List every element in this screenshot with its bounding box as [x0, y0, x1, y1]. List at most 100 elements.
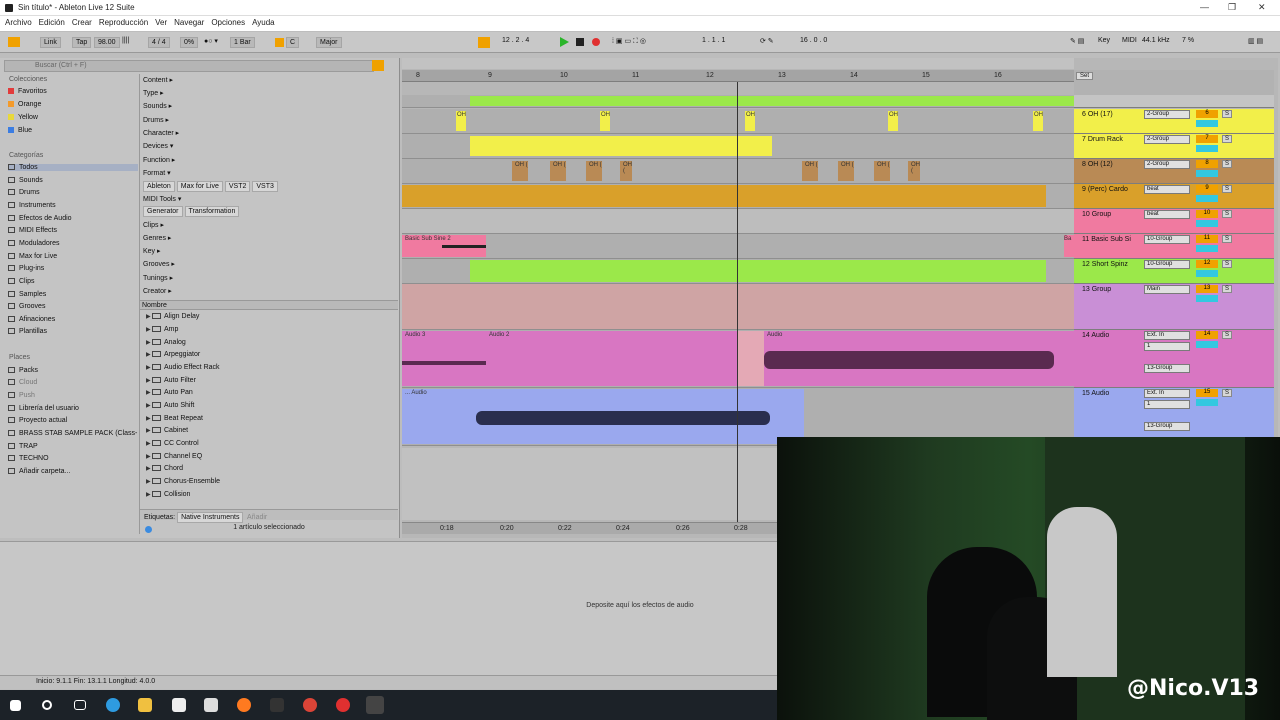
loop-start[interactable]: 1 . 1 . 1 — [702, 37, 725, 44]
track-header[interactable]: 14 Audio Ext. In 1 13-Group 14 S — [1074, 330, 1274, 388]
category-drums[interactable]: Drums — [8, 189, 40, 196]
audio-clip[interactable]: ... Audio — [402, 389, 804, 444]
filter-grooves[interactable]: Grooves ▸ — [143, 260, 175, 268]
track-header[interactable]: 9 (Perc) Cardo beat 9 S — [1074, 184, 1274, 209]
place-cloud[interactable]: Cloud — [8, 379, 37, 386]
solo-button[interactable]: S — [1222, 260, 1232, 268]
category-modulators[interactable]: Moduladores — [8, 240, 59, 247]
midi-clip[interactable]: OH ( — [908, 161, 920, 181]
browser-toggle-icon[interactable] — [8, 37, 20, 47]
list-item[interactable]: ▶ Analog — [146, 339, 186, 346]
solo-button[interactable]: S — [1222, 110, 1232, 118]
track-header[interactable]: 7 Drum Rack 2-Group 7 S — [1074, 134, 1274, 159]
song-position[interactable]: 12 . 2 . 4 — [502, 37, 529, 44]
solo-button[interactable]: S — [1222, 210, 1232, 218]
midi-clip-drum-rack[interactable] — [470, 136, 772, 156]
pan-knob[interactable] — [1196, 245, 1218, 252]
midi-clip[interactable]: OH — [456, 111, 466, 131]
record-icon[interactable] — [592, 38, 600, 46]
track-header[interactable]: 6 OH (17) 2-Group 6 S — [1074, 109, 1274, 134]
list-item[interactable]: ▶ Align Delay — [146, 313, 199, 320]
filter-midi-tools[interactable]: MIDI Tools ▾ — [143, 195, 181, 203]
list-item[interactable]: ▶ Auto Pan — [146, 389, 193, 396]
place-push[interactable]: Push — [8, 392, 35, 399]
list-header[interactable]: Nombre — [140, 300, 398, 310]
pan-knob[interactable] — [1196, 270, 1218, 277]
track-activator[interactable]: 9 — [1196, 185, 1218, 193]
midi-clip[interactable] — [470, 96, 1075, 106]
filter-character[interactable]: Character ▸ — [143, 129, 179, 137]
collection-orange[interactable]: Orange — [8, 101, 41, 108]
list-item[interactable]: ▶ Beat Repeat — [146, 415, 203, 422]
category-grooves[interactable]: Grooves — [8, 303, 45, 310]
chip-max-for-live[interactable]: Max for Live — [176, 181, 223, 192]
track-lane[interactable] — [402, 209, 1074, 234]
filter-key[interactable]: Key ▸ — [143, 247, 161, 255]
collection-favoritos[interactable]: Favoritos — [8, 88, 47, 95]
track-header[interactable]: 10 Group beat 10 S — [1074, 209, 1274, 234]
place-user-library[interactable]: Librería del usuario — [8, 405, 79, 412]
list-item[interactable]: ▶ Auto Filter — [146, 377, 196, 384]
routing-select[interactable]: Ext. In — [1144, 389, 1190, 398]
pan-knob[interactable] — [1196, 145, 1218, 152]
midi-clip[interactable]: Ba — [1064, 235, 1074, 257]
chrome-icon[interactable] — [303, 698, 317, 712]
routing-select[interactable]: Ext. In — [1144, 331, 1190, 340]
swing-field[interactable]: 0% — [180, 37, 199, 48]
stop-icon[interactable] — [576, 38, 584, 46]
key-select[interactable]: C — [286, 37, 300, 48]
filter-content[interactable]: Content ▸ — [143, 76, 173, 84]
list-item[interactable]: ▶ Channel EQ — [146, 453, 202, 460]
midi-clip[interactable]: OH ( — [512, 161, 528, 181]
midi-clip[interactable]: OH ( — [874, 161, 890, 181]
midi-clip[interactable]: OH — [1033, 111, 1043, 131]
track-header[interactable]: 8 OH (12) 2-Group 8 S — [1074, 159, 1274, 184]
midi-clip-basic-sub[interactable]: Basic Sub Sine 2 — [402, 235, 486, 257]
windows-start-icon[interactable] — [10, 700, 21, 711]
solo-button[interactable]: S — [1222, 160, 1232, 168]
list-item[interactable]: ▶ Collision — [146, 491, 190, 498]
filter-devices[interactable]: Devices ▾ — [143, 142, 173, 150]
menu-edicion[interactable]: Edición — [34, 16, 65, 27]
set-button[interactable]: Set — [1076, 72, 1094, 80]
track-activator[interactable]: 15 — [1196, 389, 1218, 397]
browser-options-icon[interactable] — [372, 60, 384, 71]
tag-native-instruments[interactable]: Native Instruments — [177, 512, 244, 523]
input-channel-select[interactable]: 1 — [1144, 400, 1190, 409]
midi-clip[interactable]: OH ( — [620, 161, 632, 181]
link-button[interactable]: Link — [40, 37, 61, 48]
midi-clip[interactable]: OH ( — [586, 161, 602, 181]
audio-clip[interactable] — [402, 185, 1046, 207]
midi-clip-short-spinz[interactable] — [470, 260, 1046, 282]
place-brass-stab[interactable]: BRASS STAB SAMPLE PACK (Class- — [8, 430, 137, 437]
track-activator[interactable]: 11 — [1196, 235, 1218, 243]
collection-blue[interactable]: Blue — [8, 127, 32, 134]
scale-toggle-icon[interactable] — [275, 38, 284, 47]
track-header[interactable]: 11 Basic Sub Si 10-Group 11 S — [1074, 234, 1274, 259]
category-instruments[interactable]: Instruments — [8, 202, 56, 209]
tag-add-button[interactable]: Añadir — [247, 514, 267, 521]
routing-select[interactable]: 2-Group — [1144, 160, 1190, 169]
close-button[interactable]: ✕ — [1258, 2, 1266, 13]
midi-clip[interactable]: OH ( — [802, 161, 818, 181]
search-input[interactable]: Buscar (Ctrl + F) — [4, 60, 374, 72]
solo-button[interactable]: S — [1222, 185, 1232, 193]
collection-yellow[interactable]: Yellow — [8, 114, 38, 121]
filter-tunings[interactable]: Tunings ▸ — [143, 274, 173, 282]
menu-ver[interactable]: Ver — [150, 16, 167, 27]
filter-type[interactable]: Type ▸ — [143, 89, 164, 97]
edge-icon[interactable] — [106, 698, 120, 712]
routing-select[interactable]: beat — [1144, 210, 1190, 219]
play-icon[interactable] — [560, 37, 569, 47]
track-lane[interactable] — [402, 109, 1074, 134]
category-templates[interactable]: Plantillas — [8, 328, 47, 335]
track-header[interactable]: 13 Group Main 13 S — [1074, 284, 1274, 330]
midi-clip[interactable]: OH — [888, 111, 898, 131]
automation-icons[interactable]: ⁞ ▣ ▭ ⛶ ◎ — [612, 37, 646, 46]
track-activator[interactable]: 13 — [1196, 285, 1218, 293]
midi-clip[interactable]: OH — [745, 111, 755, 131]
menu-archivo[interactable]: Archivo — [0, 16, 32, 27]
menu-navegar[interactable]: Navegar — [169, 16, 204, 27]
filter-genres[interactable]: Genres ▸ — [143, 234, 171, 242]
list-item[interactable]: ▶ Chorus-Ensemble — [146, 478, 220, 485]
